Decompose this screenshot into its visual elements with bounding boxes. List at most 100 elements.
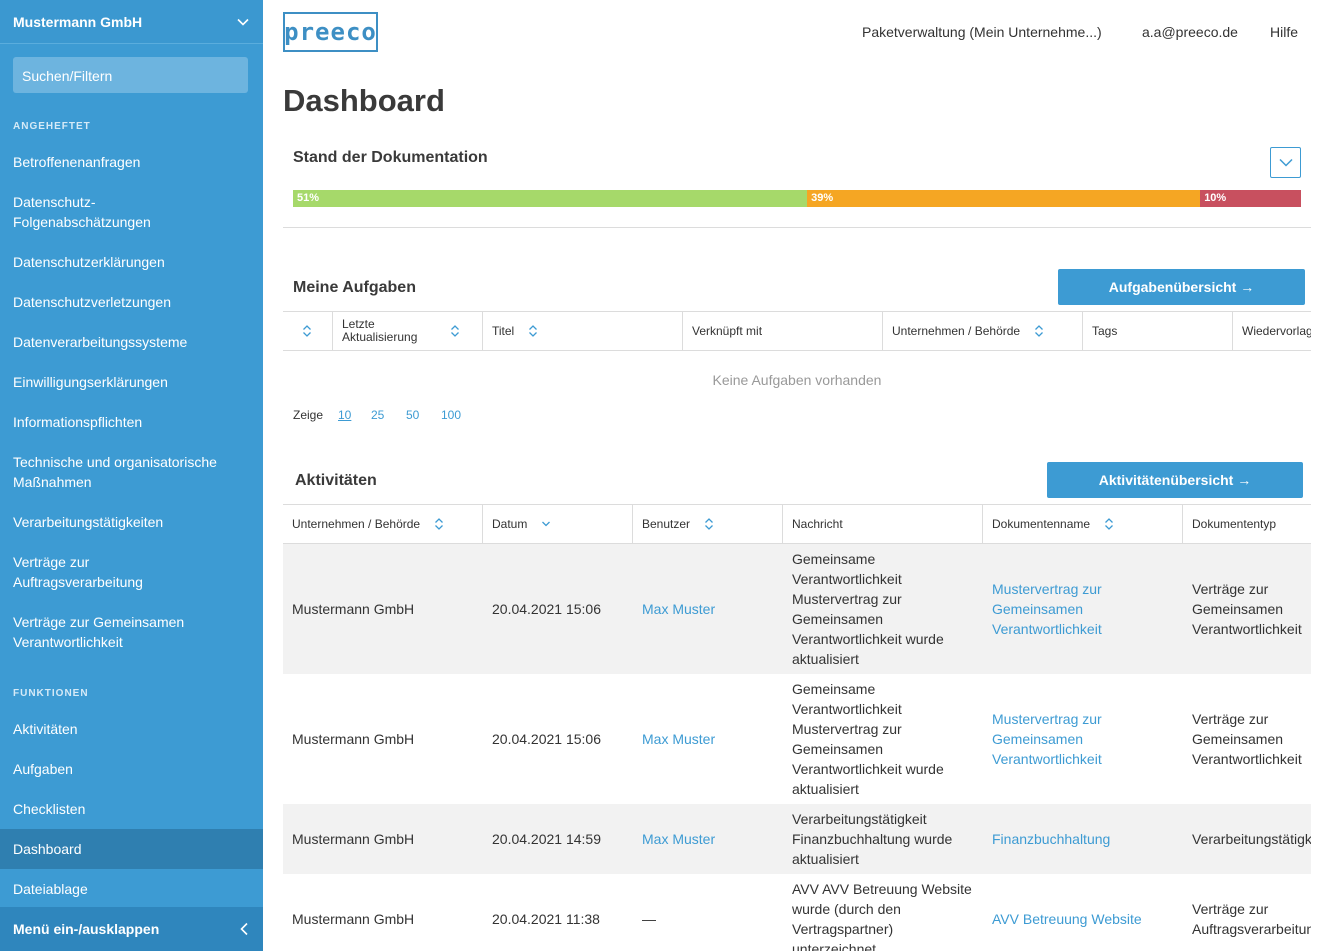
table-row: Mustermann GmbH 20.04.2021 14:59 Max Mus… [283, 804, 1311, 874]
documentation-title: Stand der Dokumentation [293, 149, 488, 166]
sidebar-item-informationspflichten[interactable]: Informationspflichten [13, 412, 253, 432]
cell-date: 20.04.2021 11:38 [492, 911, 600, 927]
sidebar-item-tom[interactable]: Technische und organisatorische Maßnahme… [13, 452, 253, 492]
tasks-col-company[interactable]: Unternehmen / Behörde [883, 312, 1083, 350]
tasks-col-title[interactable]: Titel [483, 312, 683, 350]
activities-col-date[interactable]: Datum [483, 505, 633, 543]
cell-message: Gemeinsame Verantwortlichkeit Mustervert… [792, 681, 944, 797]
company-switcher[interactable]: Mustermann GmbH [0, 0, 263, 44]
menu-toggle-button[interactable]: Menü ein-/ausklappen [0, 907, 263, 951]
cell-user-link[interactable]: Max Muster [642, 544, 715, 674]
activities-col-user[interactable]: Benutzer [633, 505, 783, 543]
activities-col-company[interactable]: Unternehmen / Behörde [283, 505, 483, 543]
sidebar-item-aufgaben[interactable]: Aufgaben [13, 759, 253, 779]
cell-message: Verarbeitungstätigkeit Finanzbuchhaltung… [792, 811, 953, 867]
sidebar-item-datenverarbeitungssysteme[interactable]: Datenverarbeitungssysteme [13, 332, 253, 352]
tasks-table: Letzte Aktualisierung Titel Verknüpft mi… [283, 311, 1311, 397]
activities-header-row: Unternehmen / Behörde Datum Benutzer Nac… [283, 504, 1311, 544]
activities-col-user-label: Benutzer [642, 517, 691, 531]
tasks-empty-message: Keine Aufgaben vorhanden [283, 362, 1311, 397]
sidebar-item-datenschutzverletzungen[interactable]: Datenschutzverletzungen [13, 292, 253, 312]
cell-docname-link[interactable]: Mustervertrag zur Gemeinsamen Verantwort… [992, 674, 1132, 804]
cell-date: 20.04.2021 14:59 [492, 831, 601, 847]
table-row: Mustermann GmbH 20.04.2021 11:38 — AVV A… [283, 874, 1311, 951]
activities-col-docname[interactable]: Dokumentenname [983, 505, 1183, 543]
cell-doctype: Verträge zur Gemeinsamen Verantwortlichk… [1192, 581, 1302, 637]
sort-icon [705, 518, 713, 530]
tasks-col-linked[interactable]: Verknüpft mit [683, 312, 883, 350]
logo-text: preeco [284, 18, 377, 46]
documentation-expand-button[interactable] [1270, 147, 1301, 178]
pager-label: Zeige [293, 408, 324, 422]
cell-docname-link[interactable]: Mustervertrag zur Gemeinsamen Verantwort… [992, 544, 1132, 674]
tasks-col-title-label: Titel [492, 324, 515, 338]
tasks-col-updated[interactable]: Letzte Aktualisierung [333, 312, 483, 350]
activities-overview-button[interactable]: Aktivitätenübersicht → [1047, 462, 1303, 498]
tasks-title: Meine Aufgaben [293, 279, 416, 296]
sidebar-item-dsfa[interactable]: Datenschutz- Folgenabschätzungen [13, 192, 253, 232]
cell-company: Mustermann GmbH [292, 831, 415, 847]
activities-col-message[interactable]: Nachricht [783, 505, 983, 543]
tasks-header-row: Letzte Aktualisierung Titel Verknüpft mi… [283, 311, 1311, 351]
cell-user-link[interactable]: Max Muster [642, 804, 715, 874]
sidebar-item-aktivitaeten[interactable]: Aktivitäten [13, 719, 253, 739]
cell-user-link[interactable]: Max Muster [642, 674, 715, 804]
functions-section-label: FUNKTIONEN [13, 688, 89, 699]
sidebar: Mustermann GmbH Suchen/Filtern ANGEHEFTE… [0, 0, 263, 951]
user-menu-link[interactable]: a.a@preeco.de [1142, 24, 1238, 40]
search-filter-input[interactable]: Suchen/Filtern [13, 57, 248, 93]
help-link[interactable]: Hilfe [1270, 24, 1298, 40]
chevron-down-icon [237, 18, 249, 26]
activities-col-date-label: Datum [492, 517, 528, 531]
page-title: Dashboard [283, 83, 445, 118]
activities-title: Aktivitäten [295, 472, 377, 489]
sort-icon [451, 325, 459, 337]
sort-icon [303, 325, 311, 337]
sidebar-item-dashboard[interactable]: Dashboard [13, 839, 253, 859]
package-management-link[interactable]: Paketverwaltung (Mein Unternehme...) [862, 24, 1102, 40]
pager-option-100[interactable]: 100 [441, 408, 461, 422]
menu-toggle-label: Menü ein-/ausklappen [13, 921, 160, 937]
cell-company: Mustermann GmbH [292, 601, 415, 617]
tasks-col-select[interactable] [283, 312, 333, 350]
progress-segment-0: 51% [293, 190, 808, 207]
progress-segment-2: 10% [1200, 190, 1301, 207]
logo[interactable]: preeco [283, 12, 378, 52]
pager-option-50[interactable]: 50 [406, 408, 419, 422]
sort-icon [435, 518, 444, 530]
sidebar-item-avv[interactable]: Verträge zur Auftragsverarbeitung [13, 552, 213, 592]
tasks-col-tags[interactable]: Tags [1083, 312, 1233, 350]
tasks-col-updated-label: Letzte Aktualisierung [342, 317, 418, 344]
cell-company: Mustermann GmbH [292, 731, 415, 747]
cell-doctype: Verträge zur Gemeinsamen Verantwortlichk… [1192, 711, 1302, 767]
sort-icon [1035, 325, 1044, 337]
cell-doctype: Verträge zur Auftragsverarbeitung [1192, 901, 1311, 937]
tasks-col-resubmission[interactable]: Wiedervorlage [1233, 312, 1311, 350]
sidebar-item-einwilligungserklaerungen[interactable]: Einwilligungserklärungen [13, 372, 253, 392]
sidebar-item-gemeinsame-verantwortlichkeit[interactable]: Verträge zur Gemeinsamen Verantwortlichk… [13, 612, 253, 652]
cell-message: Gemeinsame Verantwortlichkeit Mustervert… [792, 551, 944, 667]
cell-user: — [642, 911, 656, 927]
sidebar-item-datenschutzerklaerungen[interactable]: Datenschutzerklärungen [13, 252, 253, 272]
sidebar-item-dateiablage[interactable]: Dateiablage [13, 879, 253, 899]
tasks-col-company-label: Unternehmen / Behörde [892, 324, 1021, 338]
cell-doctype: Verarbeitungstätigkeiten [1192, 831, 1311, 847]
activities-col-doctype[interactable]: Dokumententyp [1183, 505, 1311, 543]
sidebar-item-betroffenenanfragen[interactable]: Betroffenenanfragen [13, 152, 253, 172]
pinned-section-label: ANGEHEFTET [13, 121, 91, 132]
tasks-overview-button[interactable]: Aufgabenübersicht → [1058, 269, 1305, 305]
table-row: Mustermann GmbH 20.04.2021 15:06 Max Mus… [283, 544, 1311, 674]
sort-icon [529, 325, 538, 337]
pager-option-25[interactable]: 25 [371, 408, 384, 422]
cell-docname-link[interactable]: Finanzbuchhaltung [992, 804, 1152, 874]
chevron-left-icon [240, 922, 248, 936]
cell-docname-link[interactable]: AVV Betreuung Website [992, 874, 1162, 951]
sidebar-item-checklisten[interactable]: Checklisten [13, 799, 253, 819]
activities-col-company-label: Unternehmen / Behörde [292, 517, 421, 531]
sidebar-item-verarbeitungstaetigkeiten[interactable]: Verarbeitungstätigkeiten [13, 512, 253, 532]
cell-date: 20.04.2021 15:06 [492, 731, 601, 747]
pager-option-10[interactable]: 10 [338, 408, 351, 422]
activities-table: Unternehmen / Behörde Datum Benutzer Nac… [283, 504, 1311, 951]
cell-message: AVV AVV Betreuung Website wurde (durch d… [792, 881, 972, 951]
cell-date: 20.04.2021 15:06 [492, 601, 601, 617]
